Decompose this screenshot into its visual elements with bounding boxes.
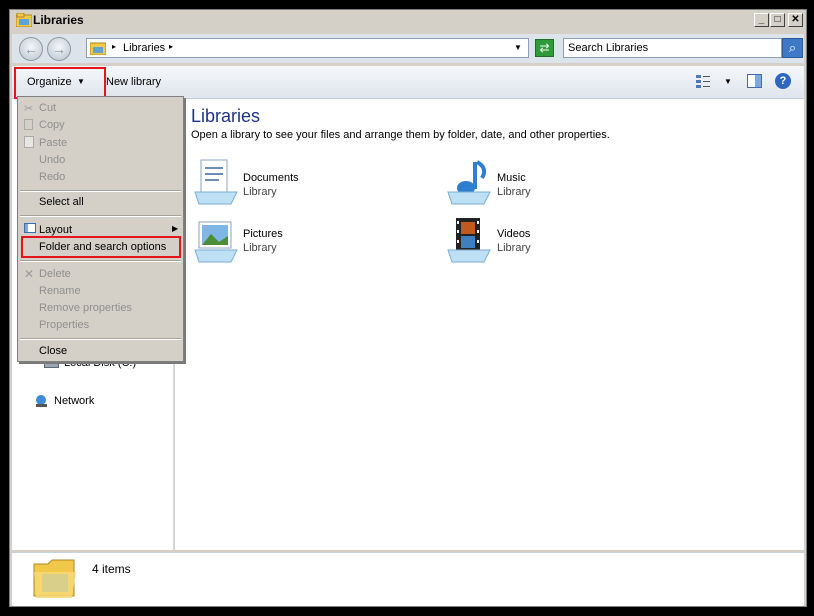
page-title: Libraries <box>191 106 261 126</box>
folder-icon <box>15 12 33 28</box>
menu-item-select-all[interactable]: Select all <box>39 196 84 208</box>
library-type: Library <box>497 242 531 254</box>
view-options-icon[interactable] <box>696 74 710 88</box>
menu-item-copy[interactable]: Copy <box>39 119 65 131</box>
minimize-button[interactable]: _ <box>754 13 769 27</box>
library-type: Library <box>243 242 277 254</box>
folder-options-highlight <box>21 236 181 258</box>
menu-separator <box>20 338 181 340</box>
library-name: Music <box>497 172 526 184</box>
menu-item-close[interactable]: Close <box>39 345 67 357</box>
scissors-icon: ✂ <box>24 103 34 115</box>
status-bar <box>12 552 804 606</box>
submenu-arrow-icon: ▶ <box>172 224 179 233</box>
address-dropdown-icon[interactable]: ▼ <box>514 43 522 52</box>
pictures-icon <box>193 216 239 264</box>
music-note-icon <box>446 158 492 206</box>
libraries-icon <box>89 41 107 56</box>
menu-item-undo[interactable]: Undo <box>39 154 65 166</box>
library-type: Library <box>497 186 531 198</box>
menu-item-remove-properties[interactable]: Remove properties <box>39 302 132 314</box>
preview-pane-icon[interactable] <box>747 74 762 88</box>
network-icon <box>34 394 49 409</box>
menu-item-properties[interactable]: Properties <box>39 319 89 331</box>
page-description: Open a library to see your files and arr… <box>191 129 610 141</box>
search-icon[interactable]: ⌕ <box>782 38 803 58</box>
film-strip-icon <box>446 216 492 264</box>
menu-item-rename[interactable]: Rename <box>39 285 81 297</box>
menu-item-layout[interactable]: Layout <box>39 224 72 236</box>
menu-item-delete[interactable]: Delete <box>39 268 71 280</box>
nav-item-label: Network <box>54 395 95 407</box>
refresh-icon[interactable]: ⇄ <box>535 39 554 57</box>
breadcrumb-chevron-icon[interactable]: ▸ <box>169 42 173 51</box>
search-input[interactable]: Search Libraries <box>563 38 782 58</box>
title-bar[interactable] <box>12 11 804 32</box>
breadcrumb-arrow-icon[interactable]: ▸ <box>112 42 116 51</box>
menu-separator <box>20 260 181 262</box>
organize-label: Organize <box>27 76 72 88</box>
menu-item-cut[interactable]: Cut <box>39 102 56 114</box>
menu-separator <box>20 190 181 192</box>
new-library-button[interactable]: New library <box>106 76 161 88</box>
back-button[interactable]: ← <box>19 37 43 61</box>
nav-item-network[interactable]: Network <box>34 394 134 410</box>
folder-large-icon <box>32 556 78 600</box>
delete-icon: ✕ <box>24 267 35 281</box>
library-name: Documents <box>243 172 299 184</box>
window-title: Libraries <box>33 13 84 27</box>
copy-icon <box>24 119 33 130</box>
status-item-count: 4 items <box>92 562 131 576</box>
library-name: Videos <box>497 228 531 240</box>
menu-separator <box>20 215 181 217</box>
help-icon[interactable]: ? <box>775 73 791 89</box>
view-dropdown-icon[interactable]: ▼ <box>724 77 732 86</box>
organize-menu: ✂ Cut Copy Paste Undo Redo Select all La… <box>17 96 184 362</box>
library-name: Pictures <box>243 228 283 240</box>
menu-item-redo[interactable]: Redo <box>39 171 65 183</box>
breadcrumb-libraries[interactable]: Libraries <box>123 42 165 54</box>
menu-item-paste[interactable]: Paste <box>39 137 67 149</box>
documents-icon <box>193 158 239 206</box>
paste-icon <box>24 136 34 148</box>
library-type: Library <box>243 186 277 198</box>
organize-dropdown-icon: ▼ <box>77 77 85 86</box>
maximize-button[interactable]: □ <box>770 13 785 27</box>
forward-button[interactable]: → <box>47 37 71 61</box>
layout-icon <box>24 223 36 233</box>
close-button[interactable]: ✕ <box>788 13 803 27</box>
